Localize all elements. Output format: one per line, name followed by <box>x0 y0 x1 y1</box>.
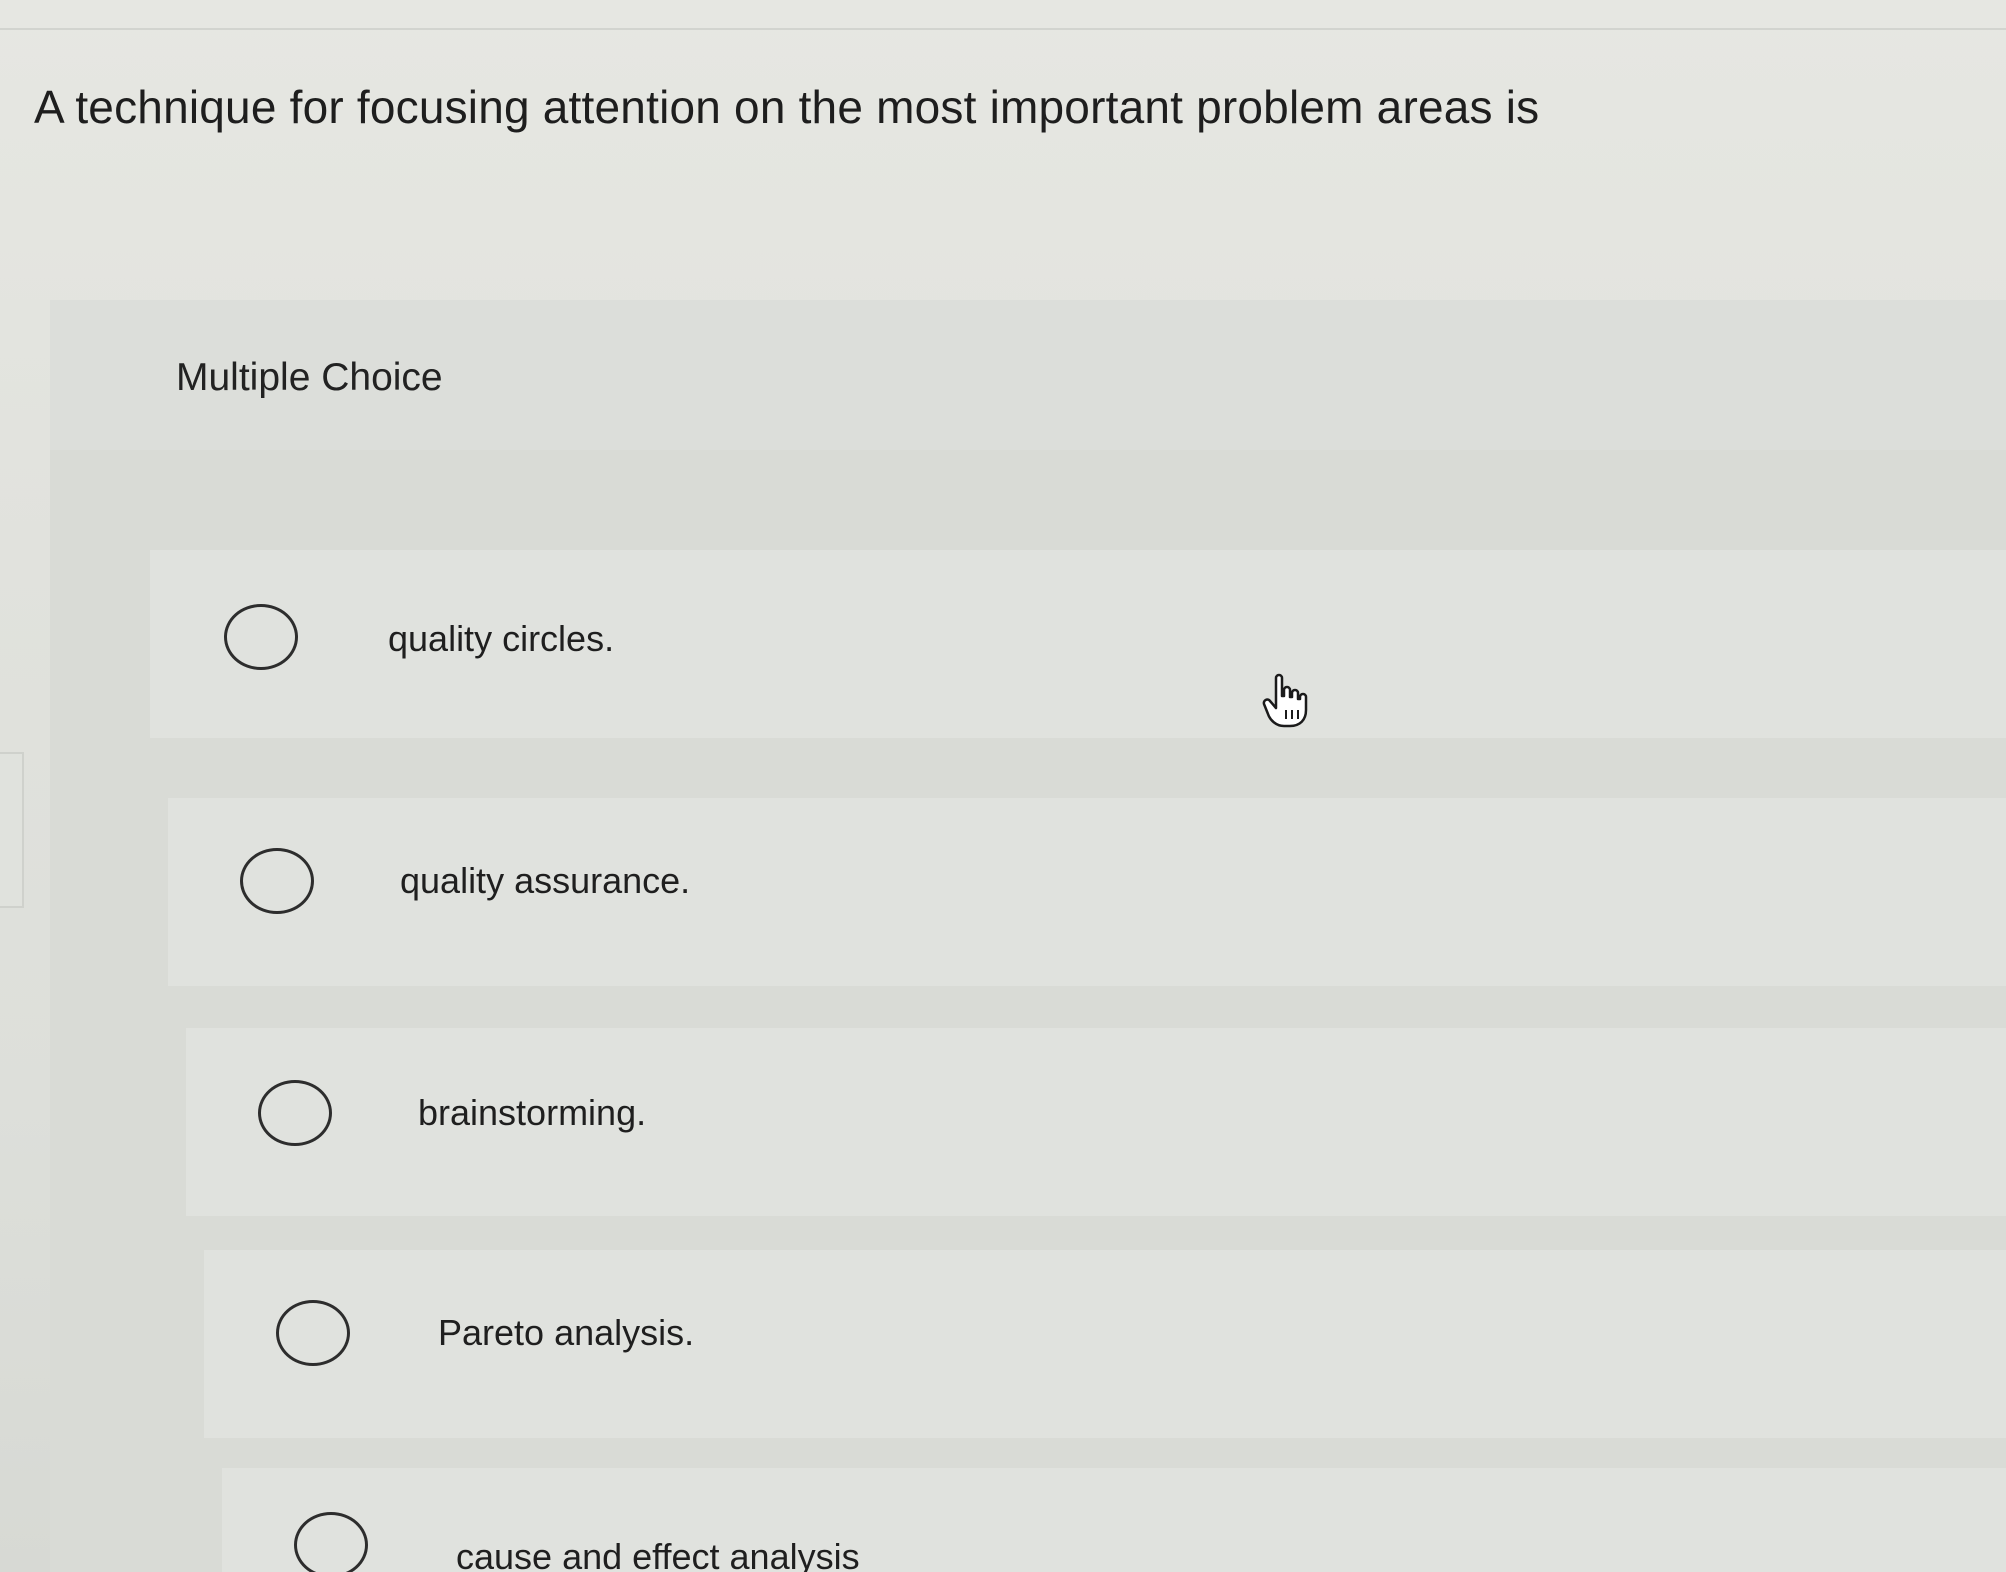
answer-option[interactable]: brainstorming. <box>186 1028 2006 1216</box>
question-type-label: Multiple Choice <box>176 356 443 399</box>
side-panel-tab[interactable] <box>0 752 24 908</box>
radio-button[interactable] <box>224 604 298 670</box>
panel-header: Multiple Choice <box>50 300 2006 450</box>
answer-option-label: brainstorming. <box>418 1092 647 1133</box>
answer-option[interactable]: quality assurance. <box>168 798 2006 986</box>
answer-option-label: quality assurance. <box>400 860 691 901</box>
radio-button[interactable] <box>276 1300 350 1366</box>
answer-option-label: quality circles. <box>388 618 615 659</box>
question-prompt: A technique for focusing attention on th… <box>34 81 1540 133</box>
multiple-choice-panel: Multiple Choice quality circles. quality… <box>50 300 2006 1572</box>
hand-pointer-icon <box>1262 673 1308 728</box>
answer-option-label: Pareto analysis. <box>438 1312 695 1353</box>
top-divider <box>0 28 2006 30</box>
answer-option[interactable]: quality circles. <box>150 550 2006 738</box>
answer-option[interactable]: cause and effect analysis <box>222 1468 2006 1572</box>
radio-button[interactable] <box>240 848 314 914</box>
answer-option-label: cause and effect analysis <box>456 1536 860 1572</box>
answer-option[interactable]: Pareto analysis. <box>204 1250 2006 1438</box>
quiz-page: A technique for focusing attention on th… <box>0 0 2006 1572</box>
radio-button[interactable] <box>294 1512 368 1572</box>
radio-button[interactable] <box>258 1080 332 1146</box>
